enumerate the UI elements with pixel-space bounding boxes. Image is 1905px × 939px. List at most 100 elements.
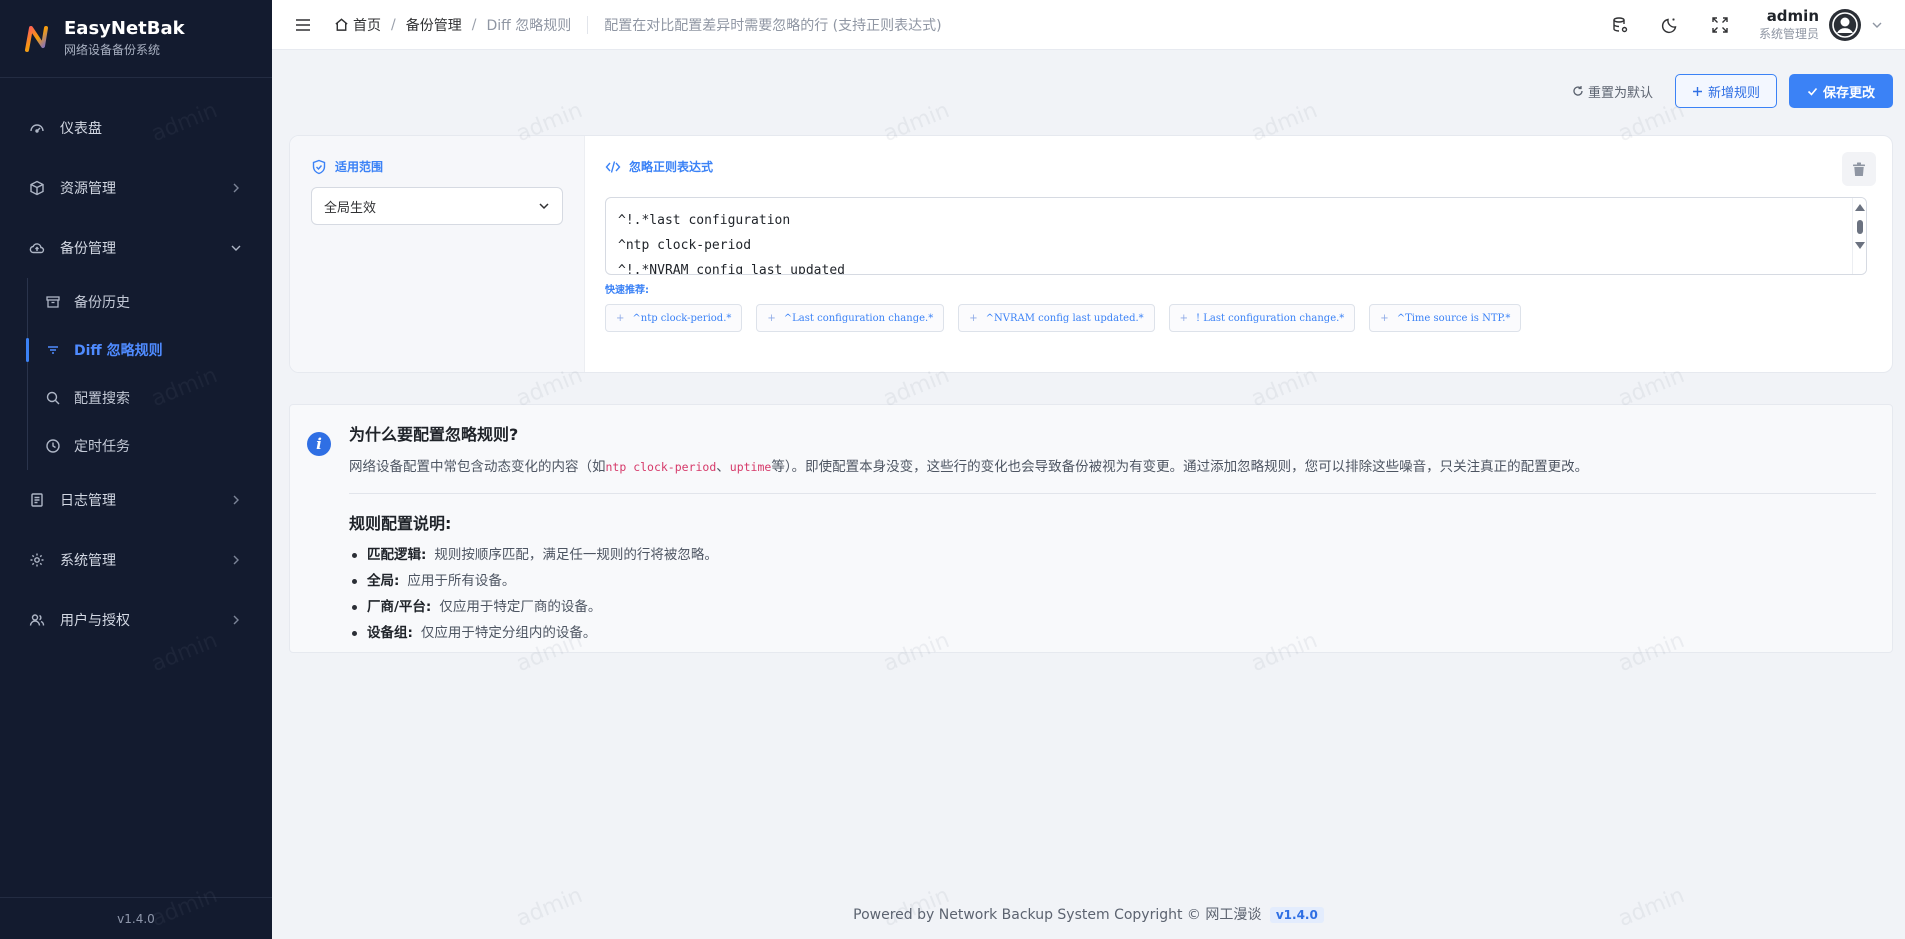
breadcrumb-parent[interactable]: 备份管理 — [406, 15, 462, 35]
reset-default-button[interactable]: 重置为默认 — [1572, 82, 1653, 101]
sidebar-item-label: 备份历史 — [74, 295, 130, 311]
chip-label: ^Last configuration change.* — [783, 312, 934, 324]
scope-select-value: 全局生效 — [324, 200, 377, 216]
regex-title: 忽略正则表达式 — [605, 158, 1872, 175]
dashboard-icon — [28, 119, 46, 137]
list-item: 匹配逻辑: 规则按顺序匹配，满足任一规则的行将被忽略。 — [349, 542, 1876, 568]
chevron-down-icon — [231, 245, 241, 251]
sidebar-item-label: 备份管理 — [60, 241, 116, 257]
sidebar-version: v1.4.0 — [0, 897, 272, 939]
sidebar-item-backup[interactable]: 备份管理 — [0, 218, 272, 278]
sidebar-item-scheduled-tasks[interactable]: 定时任务 — [0, 422, 272, 470]
logo-icon — [25, 25, 48, 52]
info-code: uptime — [729, 460, 772, 474]
breadcrumb-separator: / — [471, 16, 477, 33]
archive-icon — [44, 293, 62, 311]
version-badge: v1.4.0 — [1269, 907, 1324, 923]
footer-text: Powered by Network Backup System Copyrig… — [853, 907, 1262, 923]
filter-icon — [44, 341, 62, 359]
plus-icon: + — [969, 312, 978, 324]
chevron-down-icon — [1872, 22, 1882, 28]
home-icon — [335, 18, 348, 31]
sidebar-item-label: 系统管理 — [60, 553, 116, 569]
code-icon — [605, 160, 621, 173]
backup-submenu: 备份历史 Diff 忽略规则 配置搜索 定时任务 — [0, 278, 272, 470]
sidebar-item-dashboard[interactable]: 仪表盘 — [0, 98, 272, 158]
suggestion-chip[interactable]: + ^ntp clock-period.* — [605, 304, 743, 332]
info-subtitle: 规则配置说明: — [349, 514, 452, 533]
sidebar-item-config-search[interactable]: 配置搜索 — [0, 374, 272, 422]
chevron-right-icon — [233, 615, 239, 625]
header-actions: admin 系统管理员 — [1579, 6, 1883, 42]
header-divider — [587, 15, 589, 34]
regex-line: ^!.*last configuration — [618, 213, 791, 228]
textarea-scrollbar[interactable] — [1852, 198, 1866, 274]
suggestion-chip[interactable]: + ^Last configuration change.* — [756, 304, 945, 332]
brand-name: EasyNetBak — [64, 18, 185, 39]
regex-textarea[interactable]: ^!.*last configuration ^ntp clock-period… — [605, 197, 1867, 275]
top-header: 首页 / 备份管理 / Diff 忽略规则 配置在对比配置差异时需要忽略的行 (… — [272, 0, 1905, 50]
sidebar-item-label: 日志管理 — [60, 493, 116, 509]
breadcrumb-separator: / — [391, 16, 396, 33]
fullscreen-icon[interactable] — [1711, 16, 1729, 34]
sidebar-item-users[interactable]: 用户与授权 — [0, 590, 272, 650]
info-list: 匹配逻辑: 规则按顺序匹配，满足任一规则的行将被忽略。 全局: 应用于所有设备。 厂… — [349, 542, 1876, 646]
check-icon — [1807, 87, 1818, 96]
info-title: 为什么要配置忽略规则? — [349, 425, 519, 444]
save-changes-button[interactable]: 保存更改 — [1788, 74, 1893, 108]
scroll-thumb[interactable] — [1857, 220, 1863, 234]
plus-icon — [1692, 86, 1702, 96]
plus-icon: + — [767, 312, 776, 324]
user-icon — [1832, 11, 1858, 38]
dark-mode-icon[interactable] — [1661, 16, 1679, 34]
user-name: admin — [1766, 6, 1819, 25]
sidebar-item-logs[interactable]: 日志管理 — [0, 470, 272, 530]
search-icon — [44, 389, 62, 407]
menu-toggle-icon[interactable] — [294, 16, 312, 34]
info-card: i 为什么要配置忽略规则? 网络设备配置中常包含动态变化的内容（如ntp clo… — [289, 404, 1893, 653]
action-toolbar: 重置为默认 新增规则 保存更改 — [1572, 74, 1893, 108]
breadcrumb-home-label: 首页 — [353, 17, 381, 34]
breadcrumb: 首页 / 备份管理 / Diff 忽略规则 — [334, 15, 571, 35]
refresh-icon — [1573, 86, 1583, 96]
suggestion-chip[interactable]: + ^Time source is NTP.* — [1369, 304, 1522, 332]
add-rule-button[interactable]: 新增规则 — [1674, 74, 1777, 108]
list-item-text: 规则按顺序匹配，满足任一规则的行将被忽略。 — [434, 547, 718, 563]
scroll-down-arrow[interactable] — [1855, 242, 1865, 249]
divider — [349, 493, 1876, 494]
chevron-right-icon — [233, 555, 239, 565]
regex-line: ^!.*NVRAM config last updated — [618, 263, 845, 275]
sidebar-item-label: 资源管理 — [60, 181, 116, 197]
breadcrumb-home[interactable]: 首页 — [334, 15, 381, 35]
regex-panel: 忽略正则表达式 ^!.*last configuration ^ntp cloc… — [585, 136, 1892, 372]
cube-icon — [28, 179, 46, 197]
sidebar-item-system[interactable]: 系统管理 — [0, 530, 272, 590]
sidebar-nav: 仪表盘 资源管理 备份管理 备份历史 Diff 忽略规则 配置搜索 定时任务 日… — [0, 78, 272, 650]
sidebar-item-label: 仪表盘 — [60, 121, 102, 137]
regex-title-label: 忽略正则表达式 — [629, 160, 714, 174]
sidebar-item-resources[interactable]: 资源管理 — [0, 158, 272, 218]
page-description: 配置在对比配置差异时需要忽略的行 (支持正则表达式) — [604, 17, 942, 34]
delete-rule-button[interactable] — [1842, 152, 1876, 186]
brand[interactable]: EasyNetBak 网络设备备份系统 — [0, 0, 272, 78]
info-icon: i — [307, 432, 331, 456]
add-rule-label: 新增规则 — [1707, 85, 1760, 101]
database-settings-icon[interactable] — [1611, 16, 1629, 34]
cloud-upload-icon — [28, 239, 46, 257]
user-menu[interactable]: admin 系统管理员 — [1759, 6, 1883, 42]
list-item: 厂商/平台: 仅应用于特定厂商的设备。 — [349, 594, 1876, 620]
list-item-term: 厂商/平台: — [367, 599, 432, 615]
quick-suggest-label: 快速推荐: — [605, 285, 649, 296]
scope-select[interactable]: 全局生效 — [311, 187, 563, 225]
suggestion-chip[interactable]: + ^NVRAM config last updated.* — [958, 304, 1155, 332]
scroll-up-arrow[interactable] — [1855, 204, 1865, 211]
plus-icon: + — [1179, 312, 1189, 324]
suggestion-chip[interactable]: + ! Last configuration change.* — [1168, 304, 1356, 332]
list-item: 全局: 应用于所有设备。 — [349, 568, 1876, 594]
sidebar-item-diff-ignore[interactable]: Diff 忽略规则 — [0, 326, 272, 374]
sidebar-item-backup-history[interactable]: 备份历史 — [0, 278, 272, 326]
list-item-text: 仅应用于特定厂商的设备。 — [439, 599, 602, 615]
list-item-term: 设备组: — [367, 625, 413, 641]
info-desc-prefix: 网络设备配置中常包含动态变化的内容（如 — [349, 459, 606, 475]
clock-icon — [44, 437, 62, 455]
